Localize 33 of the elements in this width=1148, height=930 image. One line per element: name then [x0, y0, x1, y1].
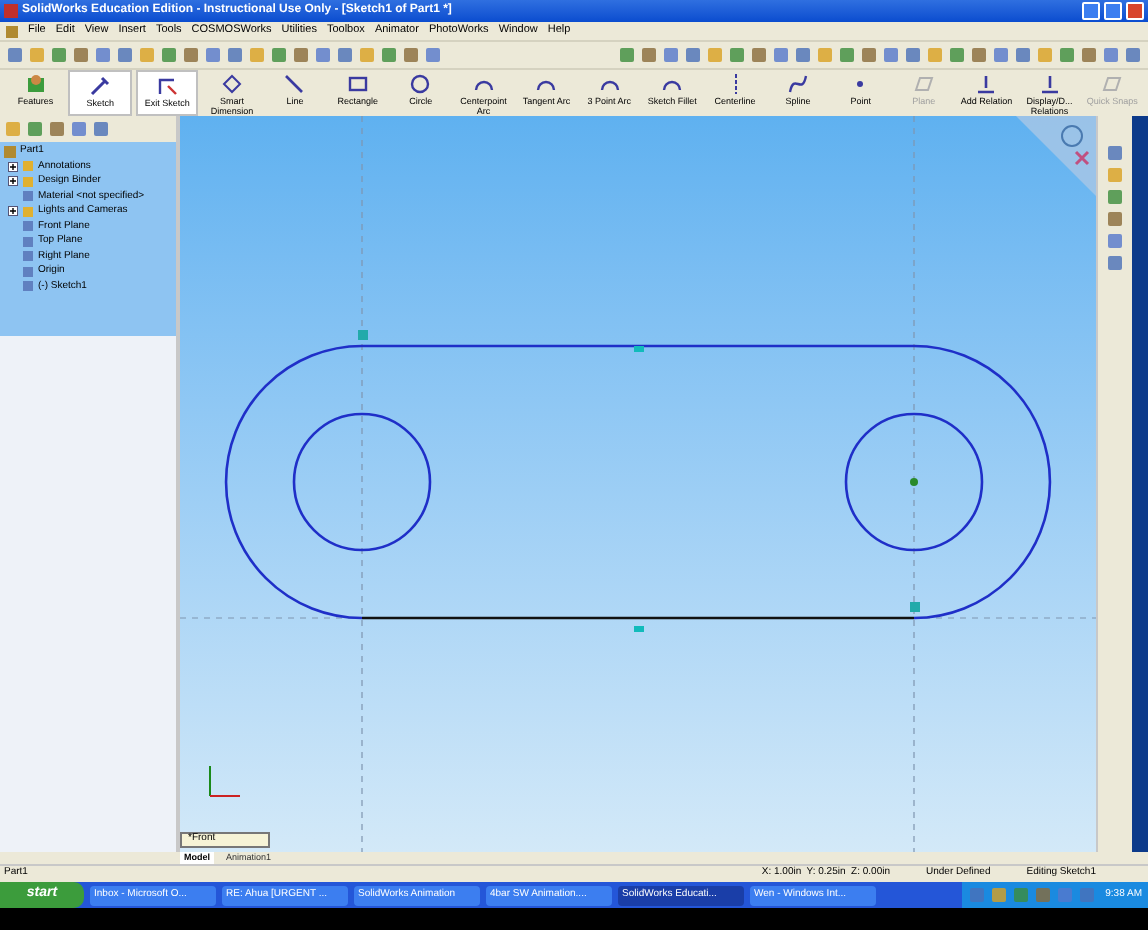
expand-toggle[interactable]: [8, 176, 18, 186]
sketch-drawing[interactable]: [224, 330, 1052, 632]
plane-icon: [1100, 72, 1125, 96]
diamond-icon: [220, 72, 245, 96]
tree-node-icon: [22, 175, 34, 187]
tree-node-icon: [22, 235, 34, 247]
spline-icon: [785, 72, 810, 96]
expand-toggle[interactable]: [8, 206, 18, 216]
minimize-button[interactable]: [1082, 2, 1100, 20]
maximize-button[interactable]: [1104, 2, 1122, 20]
document-icon: [6, 25, 18, 37]
axis-triad-icon: [209, 765, 241, 797]
rectangle-icon: [345, 72, 370, 96]
expand-toggle[interactable]: [8, 161, 18, 171]
tree-node-icon: [22, 250, 34, 262]
tree-node-icon: [22, 220, 34, 232]
tree-node-icon: [22, 205, 34, 217]
view-orientation-icon[interactable]: [1016, 116, 1096, 196]
relation-icon: [974, 72, 999, 96]
plane-icon: [911, 72, 936, 96]
part-icon: [4, 145, 16, 157]
circle-icon: [408, 72, 433, 96]
tree-node-icon: [22, 280, 34, 292]
line-icon: [282, 72, 307, 96]
tree-node-icon: [22, 160, 34, 172]
app-icon: [4, 4, 18, 18]
pencil-icon: [88, 74, 113, 98]
relation-icon: [1037, 72, 1062, 96]
cube-icon: [23, 72, 48, 96]
tree-node-icon: [22, 190, 34, 202]
close-button[interactable]: [1126, 2, 1144, 20]
tree-node-icon: [22, 265, 34, 277]
sketch-exit-icon: [155, 74, 180, 98]
